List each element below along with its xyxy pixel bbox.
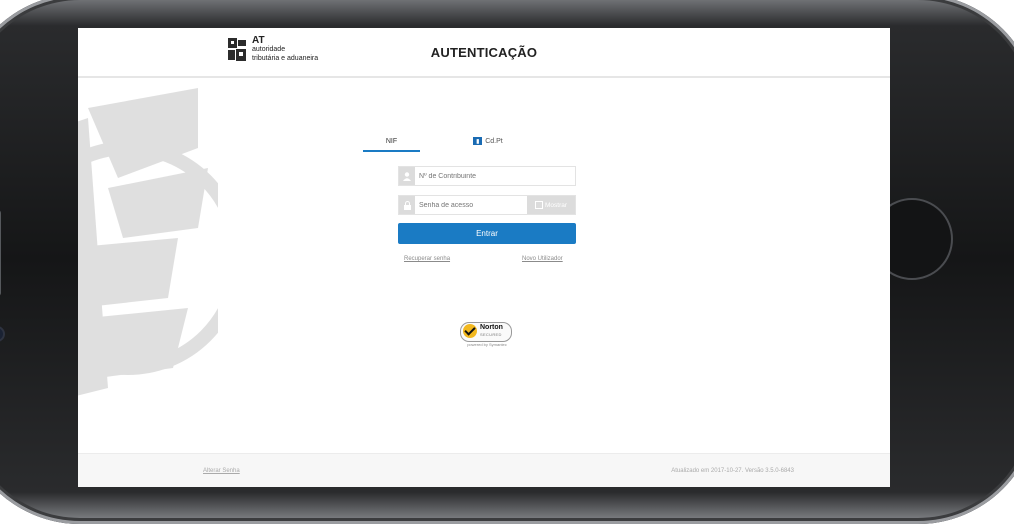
nif-input[interactable] [419, 167, 569, 185]
tab-nif[interactable]: NIF [363, 132, 420, 152]
login-tabs: NIF ▮ Cd.Pt [363, 132, 533, 152]
change-password-link[interactable]: Alterar Senha [203, 468, 240, 474]
norton-sub: SECURED [480, 332, 502, 337]
user-icon [399, 167, 415, 185]
new-user-link[interactable]: Novo Utilizador [522, 256, 563, 262]
watermark-emblem [78, 88, 218, 396]
nif-field [398, 166, 576, 186]
logo-at: AT [252, 35, 265, 46]
card-icon: ▮ [473, 137, 483, 145]
checkbox-icon [534, 201, 543, 209]
norton-powered: powered by Symantec [467, 342, 507, 347]
page-title: AUTENTICAÇÃO [430, 45, 538, 60]
version-info: Atualizado em 2017-10-27. Versão 3.5.0-6… [671, 468, 794, 474]
speaker-slot [0, 210, 1, 296]
lock-icon [399, 196, 415, 214]
norton-name: Norton [480, 324, 503, 331]
password-field: Mostrar [398, 195, 576, 215]
front-camera [0, 326, 5, 342]
show-password-toggle[interactable]: Mostrar [527, 196, 575, 214]
tab-nif-label: NIF [385, 137, 398, 145]
recover-password-link[interactable]: Recuperar senha [404, 256, 450, 262]
password-input[interactable] [419, 196, 519, 214]
checkmark-icon [463, 324, 477, 338]
tab-cartao-cidadao[interactable]: ▮ Cd.Pt [458, 132, 518, 150]
page-footer: Alterar Senha Atualizado em 2017-10-27. … [78, 453, 890, 487]
login-button[interactable]: Entrar [398, 223, 576, 244]
show-password-label: Mostrar [544, 201, 568, 209]
norton-secured-badge[interactable]: Norton SECURED powered by Symantec [456, 320, 518, 356]
tab-cd-label: Cd.Pt [485, 137, 503, 145]
app-screen: AT autoridade tributária e aduaneira AUT… [78, 28, 890, 487]
page-header: AT autoridade tributária e aduaneira AUT… [78, 28, 890, 78]
